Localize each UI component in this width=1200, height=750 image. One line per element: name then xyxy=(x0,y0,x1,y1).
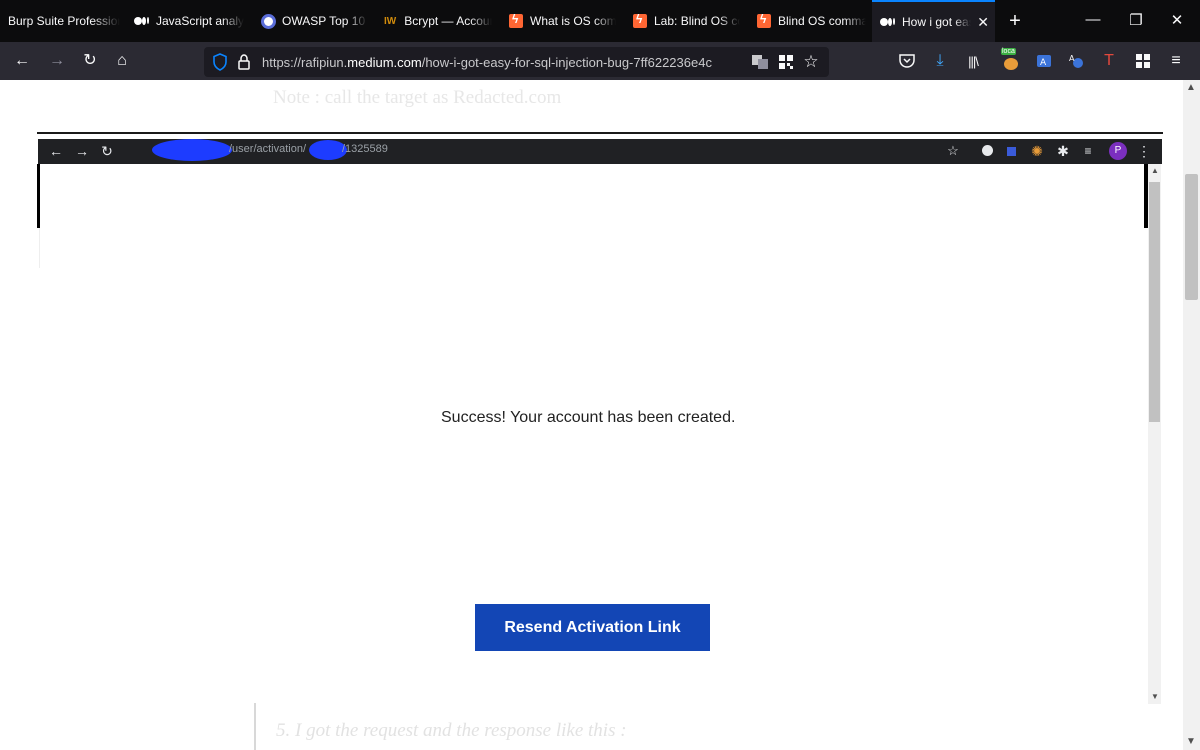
inner-extension-cube-icon xyxy=(1003,142,1019,160)
tab-label: JavaScript analysi xyxy=(156,14,244,28)
tab-label: Blind OS comma xyxy=(778,14,866,28)
reload-icon[interactable]: ↻ xyxy=(80,51,100,71)
menu-icon[interactable]: ≡ xyxy=(1166,51,1186,71)
inner-extension-circle-icon xyxy=(979,142,995,160)
tab-bcrypt[interactable]: IW Bcrypt — Accoun xyxy=(376,0,492,42)
inner-reload-icon: ↻ xyxy=(101,143,113,159)
tab-owasp[interactable]: OWASP Top 10 fo xyxy=(252,0,368,42)
inner-url-id: /1325589 xyxy=(342,143,388,155)
translate-page-icon[interactable] xyxy=(750,52,770,72)
tab-blind-os-command[interactable]: Blind OS comma xyxy=(748,0,866,42)
inner-forward-arrow-icon: → xyxy=(75,143,89,159)
inner-bookmark-star-icon: ☆ xyxy=(947,143,959,158)
new-tab-button[interactable]: + xyxy=(1006,10,1024,33)
back-arrow-icon[interactable]: ← xyxy=(12,51,32,71)
svg-text:A: A xyxy=(1069,54,1075,63)
tab-strip: Burp Suite Profession JavaScript analysi… xyxy=(0,0,1200,42)
bookmark-star-icon[interactable]: ☆ xyxy=(801,52,821,72)
url-text[interactable]: https://rafipiun.medium.com/how-i-got-ea… xyxy=(262,55,712,70)
scroll-down-arrow-icon[interactable]: ▼ xyxy=(1186,736,1196,747)
extensions-grid-icon[interactable] xyxy=(1133,51,1153,71)
burp-favicon-icon xyxy=(756,12,772,29)
localhost-extension-icon[interactable]: loca xyxy=(1000,48,1022,72)
forward-arrow-icon[interactable]: → xyxy=(47,51,67,71)
inner-puzzle-icon: ✱ xyxy=(1057,143,1069,159)
navigation-toolbar: ← → ↻ ⌂ https://rafipiun.medium.com/how-… xyxy=(0,42,1200,80)
language-extension-icon[interactable]: A xyxy=(1067,51,1087,71)
burp-favicon-icon xyxy=(508,12,524,29)
inner-scroll-up-icon: ▲ xyxy=(1151,166,1159,175)
tab-label: Bcrypt — Accoun xyxy=(404,14,492,28)
inner-back-arrow-icon: ← xyxy=(49,143,63,159)
restore-button[interactable]: ❐ xyxy=(1126,11,1146,29)
medium-favicon-icon xyxy=(880,14,896,30)
tab-how-i-got-easy[interactable]: How i got easy ✕ xyxy=(872,0,995,42)
tab-label: Lab: Blind OS co xyxy=(654,14,740,28)
tracking-protection-shield-icon[interactable] xyxy=(212,53,228,71)
tab-label: What is OS comm xyxy=(530,14,616,28)
blockquote-bar xyxy=(254,703,256,750)
inner-cookie-icon: ✺ xyxy=(1031,143,1043,159)
tab-what-is-os-command[interactable]: What is OS comm xyxy=(500,0,616,42)
t-extension-icon[interactable]: T xyxy=(1099,51,1119,71)
library-icon[interactable]: |||\ xyxy=(963,51,983,71)
embedded-screenshot-border xyxy=(37,132,1163,134)
inner-url-path: /user/activation/ xyxy=(229,143,307,155)
medium-favicon-icon xyxy=(134,13,150,29)
translate-extension-icon[interactable]: A xyxy=(1034,51,1054,71)
tab-lab-blind-os[interactable]: Lab: Blind OS co xyxy=(624,0,740,42)
tab-javascript-analysis[interactable]: JavaScript analysi xyxy=(126,0,244,42)
embedded-scrollbar-thumb xyxy=(1149,182,1160,422)
close-window-button[interactable]: ✕ xyxy=(1167,11,1187,29)
page-scrollbar[interactable]: ▲ ▼ xyxy=(1183,80,1200,750)
inner-scroll-down-icon: ▼ xyxy=(1151,692,1159,701)
embedded-left-edge xyxy=(37,164,40,228)
svg-text:A: A xyxy=(1040,58,1047,68)
embedded-browser-toolbar: ← → ↻ /user/activation/ /1325589 ☆ ✺ ✱ ≡… xyxy=(38,139,1162,164)
tab-burp-suite[interactable]: Burp Suite Profession xyxy=(0,0,120,42)
scrollbar-thumb[interactable] xyxy=(1185,174,1198,300)
address-bar[interactable]: https://rafipiun.medium.com/how-i-got-ea… xyxy=(204,47,829,77)
article-caption-text: 5. I got the request and the response li… xyxy=(276,720,627,741)
redaction-scribble xyxy=(152,139,232,161)
embedded-divider xyxy=(39,228,40,268)
minimize-button[interactable]: — xyxy=(1083,11,1103,28)
article-note-text: Note : call the target as Redacted.com xyxy=(273,87,562,108)
close-tab-icon[interactable]: ✕ xyxy=(977,14,989,31)
iw-favicon-icon: IW xyxy=(384,15,397,27)
home-icon[interactable]: ⌂ xyxy=(112,51,132,71)
tab-label: Burp Suite Profession xyxy=(8,14,120,28)
lock-icon[interactable] xyxy=(237,53,251,71)
burp-favicon-icon xyxy=(632,12,648,29)
success-message: Success! Your account has been created. xyxy=(441,409,736,426)
inner-menu-dots-icon: ⋮ xyxy=(1137,143,1151,159)
qr-code-icon[interactable] xyxy=(776,52,796,72)
embedded-scrollbar: ▲ ▼ xyxy=(1148,164,1161,704)
tab-label: How i got easy xyxy=(902,15,971,29)
pocket-icon[interactable] xyxy=(897,51,917,71)
inner-reading-list-icon: ≡ xyxy=(1084,144,1092,158)
scroll-up-arrow-icon[interactable]: ▲ xyxy=(1186,82,1196,93)
tab-label: OWASP Top 10 fo xyxy=(282,14,368,28)
owasp-favicon-icon xyxy=(260,13,276,29)
downloads-icon[interactable]: ⤓ xyxy=(930,51,950,71)
resend-activation-link-button[interactable]: Resend Activation Link xyxy=(475,604,710,651)
inner-profile-avatar: P xyxy=(1109,142,1127,160)
